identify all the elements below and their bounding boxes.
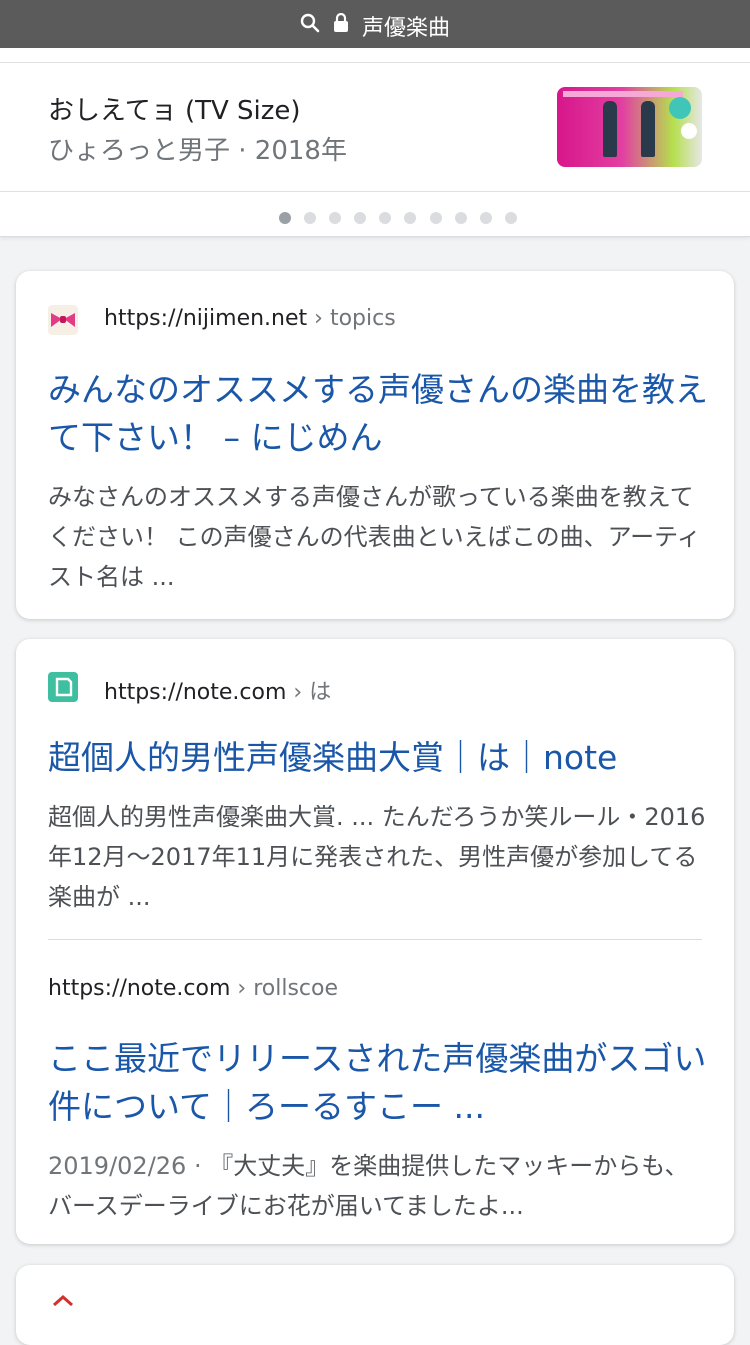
pager-dot[interactable] bbox=[304, 212, 317, 224]
divider bbox=[0, 191, 750, 192]
result-domain: https://note.com bbox=[48, 976, 231, 1001]
result-url[interactable]: https://note.com › rollscoe bbox=[48, 976, 338, 1001]
result-snippet: みなさんのオススメする声優さんが歌っている楽曲を教えてください！ この声優さんの… bbox=[48, 483, 701, 591]
browser-address-bar[interactable]: 声優楽曲 bbox=[0, 0, 750, 48]
result-snippet: 2019/02/26 · 『大丈夫』を楽曲提供したマッキーからも、バースデーライ… bbox=[48, 1146, 708, 1226]
lock-icon bbox=[333, 12, 349, 39]
result-url[interactable]: https://note.com › は bbox=[104, 674, 331, 706]
result-title[interactable]: みんなのオススメする声優さんの楽曲を教えて下さい！ – にじめん bbox=[48, 366, 708, 462]
pager-dot[interactable] bbox=[329, 212, 342, 224]
address-title[interactable]: 声優楽曲 bbox=[0, 10, 750, 42]
song-title[interactable]: おしえてョ (TV Size) bbox=[48, 90, 301, 127]
divider bbox=[48, 939, 702, 940]
thumbnail-shape bbox=[681, 123, 697, 139]
thumbnail-figure bbox=[641, 101, 655, 157]
result-domain: https://note.com bbox=[104, 680, 287, 705]
result-snippet: 超個人的男性声優楽曲大賞. ... たんだろうか笑ルール・2016年12月〜20… bbox=[48, 803, 706, 911]
result-breadcrumb: › は bbox=[293, 680, 332, 705]
result-title[interactable]: ここ最近でリリースされた声優楽曲がスゴい件について｜ろーるすこー ... bbox=[48, 1035, 708, 1131]
thumbnail-figure bbox=[603, 101, 617, 157]
pager-dot[interactable] bbox=[379, 212, 392, 224]
site-favicon-icon bbox=[48, 1293, 78, 1323]
pager-dot[interactable] bbox=[479, 212, 492, 224]
thumbnail-banner bbox=[563, 91, 683, 97]
pager-dot[interactable] bbox=[279, 212, 291, 224]
result-breadcrumb: › rollscoe bbox=[237, 976, 338, 1001]
pager-dot[interactable] bbox=[354, 212, 367, 224]
result-url[interactable]: https://nijimen.net › topics bbox=[104, 306, 396, 331]
bow-icon bbox=[48, 305, 78, 335]
note-icon bbox=[48, 672, 78, 702]
song-thumbnail[interactable] bbox=[557, 87, 702, 167]
pager-dot[interactable] bbox=[429, 212, 442, 224]
result-domain: https://nijimen.net bbox=[104, 306, 308, 331]
music-carousel: おしえてョ (TV Size) ひょろっと男子 · 2018年 bbox=[0, 48, 750, 237]
thumbnail-shape bbox=[669, 97, 691, 119]
divider bbox=[0, 62, 750, 63]
search-icon bbox=[300, 13, 320, 39]
pager-dot[interactable] bbox=[454, 212, 467, 224]
pager-dot[interactable] bbox=[404, 212, 417, 224]
result-date: 2019/02/26 · bbox=[48, 1152, 210, 1180]
search-result-card bbox=[16, 1265, 734, 1345]
search-query: 声優楽曲 bbox=[361, 16, 450, 41]
search-result-card: https://nijimen.net › topics みんなのオススメする声… bbox=[16, 271, 734, 619]
pager-dot[interactable] bbox=[504, 212, 517, 224]
carousel-pager bbox=[279, 209, 525, 224]
result-breadcrumb: › topics bbox=[314, 306, 396, 331]
song-subtitle: ひょろっと男子 · 2018年 bbox=[48, 136, 347, 166]
search-result-card: https://note.com › は 超個人的男性声優楽曲大賞｜は｜note… bbox=[16, 639, 734, 1244]
result-title[interactable]: 超個人的男性声優楽曲大賞｜は｜note bbox=[48, 734, 708, 782]
